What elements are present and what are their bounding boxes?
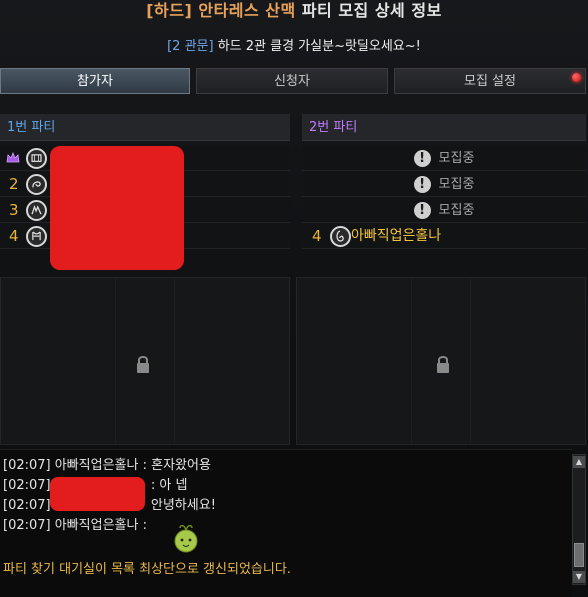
chat-time: [02:07]: [3, 518, 51, 533]
tab-applicants[interactable]: 신청자: [196, 68, 388, 94]
recruiting-status: ! 모집중: [302, 172, 586, 197]
lock-icon: [137, 356, 149, 373]
class-icon-2: [26, 174, 47, 195]
slot-number: 4: [9, 227, 19, 245]
party2-slot-4[interactable]: 4 아빠직업은홀나: [302, 224, 586, 249]
slot-number: 2: [9, 175, 19, 193]
title-location: 안타레스 산맥: [198, 1, 296, 20]
party2-slot-2[interactable]: ! 모집중: [302, 172, 586, 197]
lock-icon: [437, 356, 449, 373]
member-name: 아빠직업은홀나: [351, 228, 442, 244]
recruiting-status: ! 모집중: [302, 146, 586, 171]
recruiting-status: ! 모집중: [302, 198, 586, 223]
title-text: 파티 모집 상세 정보: [301, 1, 442, 20]
slot-number: 3: [9, 201, 19, 219]
chat-text: 안녕하세요!: [150, 498, 216, 513]
locked-party-slot-right: [296, 277, 586, 445]
recruiting-label: 모집중: [438, 177, 475, 192]
scroll-thumb[interactable]: [574, 543, 584, 567]
party1-header: 1번 파티: [0, 114, 290, 141]
chat-time: [02:07]: [3, 478, 51, 493]
system-message: 파티 찾기 대기실이 목록 최상단으로 갱신되었습니다.: [3, 562, 291, 577]
scroll-up-icon[interactable]: ▲: [573, 456, 585, 468]
chat-time: [02:07]: [3, 458, 51, 473]
alert-icon: !: [413, 150, 431, 167]
recruiting-label: 모집중: [438, 203, 475, 218]
party2-header: 2번 파티: [302, 114, 586, 141]
recruit-subtitle: [2 관문] 하드 2관 클경 가실분~랏딜오세요~!: [0, 36, 588, 58]
alert-icon: !: [413, 176, 431, 193]
locked-party-slot-left: [0, 277, 290, 445]
redacted-chat-names: [50, 477, 145, 511]
class-icon-4: [26, 226, 47, 247]
tab-participants[interactable]: 참가자: [0, 68, 190, 94]
class-icon-1: [26, 148, 47, 169]
chat-text: 아빠직업은홀나 : 혼자왔어용: [54, 458, 211, 473]
window-title: [하드] 안타레스 산맥 파티 모집 상세 정보: [0, 0, 588, 28]
chat-line: [02:07] 아빠직업은홀나 : 혼자왔어용: [3, 456, 211, 476]
tab-recruit-settings[interactable]: 모집 설정: [394, 68, 586, 94]
slot-number: 4: [312, 227, 322, 245]
emoticon-sticker-icon: [174, 524, 198, 553]
party2-slot-3[interactable]: ! 모집중: [302, 198, 586, 223]
recruit-message: 하드 2관 클경 가실분~랏딜오세요~!: [217, 39, 421, 54]
chat-log[interactable]: [02:07] 아빠직업은홀나 : 혼자왔어용 [02:07] : 아 넵 [0…: [0, 449, 572, 597]
party-detail-window: [하드] 안타레스 산맥 파티 모집 상세 정보 [2 관문] 하드 2관 클경…: [0, 0, 588, 597]
chat-text: 아빠직업은홀나 :: [54, 518, 147, 533]
holyknight-class-icon: [330, 226, 351, 247]
chat-text: : 아 넵: [150, 478, 188, 493]
title-difficulty: [하드]: [146, 1, 193, 20]
chat-scrollbar[interactable]: ▲ ▼: [572, 454, 586, 585]
scroll-down-icon[interactable]: ▼: [573, 571, 585, 583]
notification-dot-icon: [572, 73, 581, 82]
party2-slot-1[interactable]: ! 모집중: [302, 146, 586, 171]
alert-icon: !: [413, 202, 431, 219]
class-icon-3: [26, 200, 47, 221]
gate-category: [2 관문]: [167, 39, 214, 54]
recruiting-label: 모집중: [438, 151, 475, 166]
tab-recruit-settings-label: 모집 설정: [464, 74, 516, 89]
leader-crown-icon: [6, 151, 20, 163]
chat-time: [02:07]: [3, 498, 51, 513]
redacted-names: [50, 146, 184, 270]
chat-line: [02:07] 아빠직업은홀나 :: [3, 516, 147, 536]
tab-bar: 참가자 신청자 모집 설정: [0, 68, 588, 94]
